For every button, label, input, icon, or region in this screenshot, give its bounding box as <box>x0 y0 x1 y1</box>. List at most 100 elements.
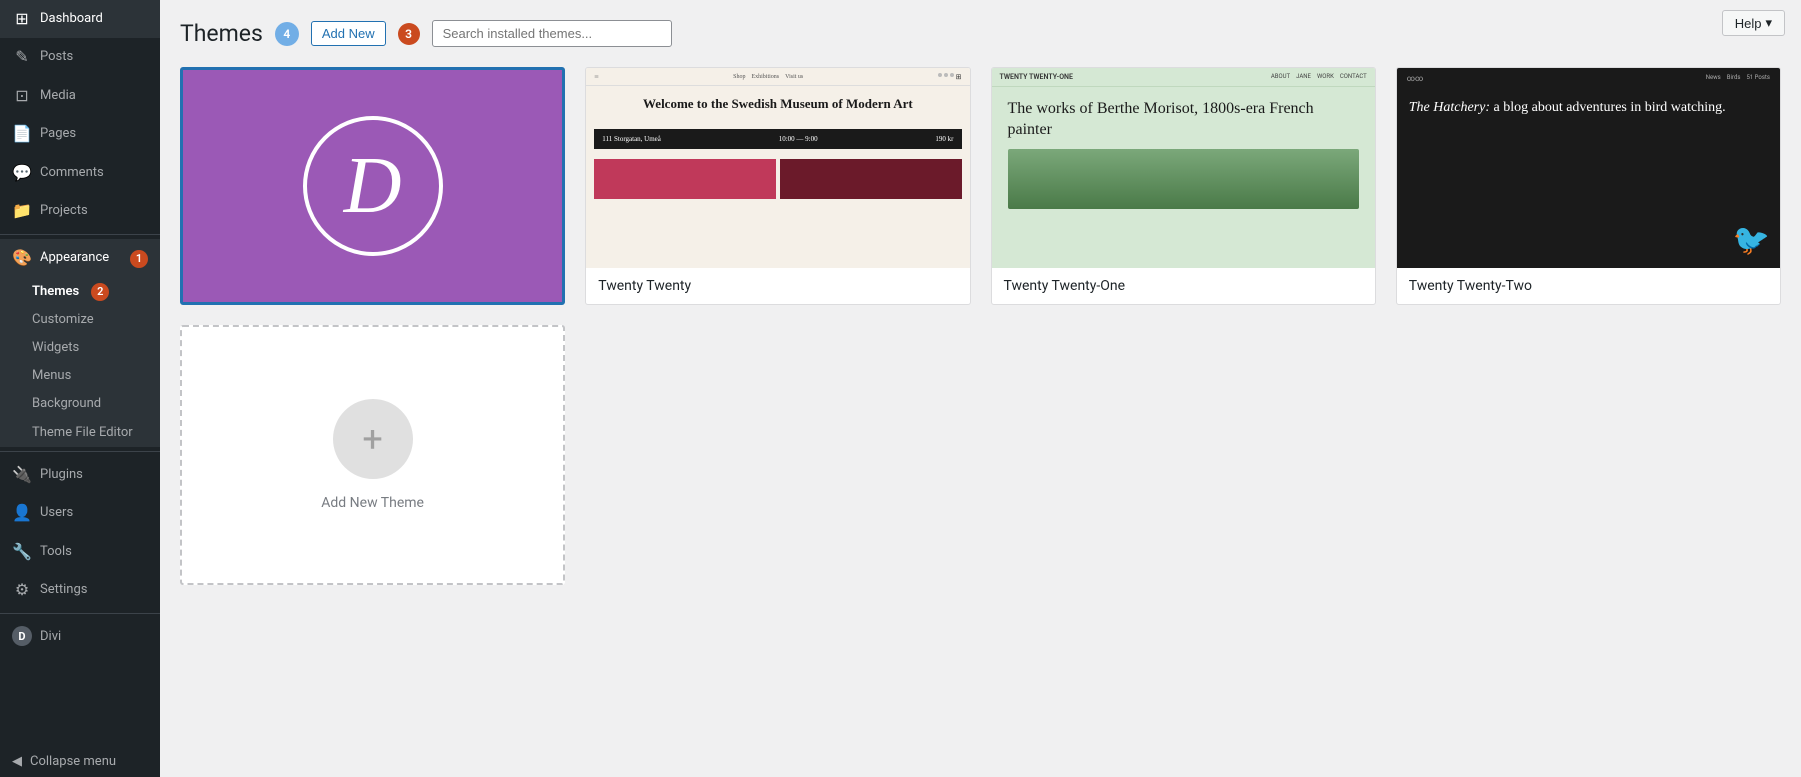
themes-grid-row2: + Add New Theme <box>180 325 1781 585</box>
tools-icon: 🔧 <box>12 541 32 563</box>
to-nav-1: ABOUT <box>1271 73 1290 81</box>
sidebar-item-pages[interactable]: 📄 Pages <box>0 115 160 153</box>
dashboard-icon: ⊞ <box>12 8 32 30</box>
sidebar-item-projects[interactable]: 📁 Projects <box>0 192 160 230</box>
customize-label: Customize <box>32 311 94 329</box>
sidebar-item-label: Posts <box>40 48 73 66</box>
twenty-twenty-one-preview: TWENTY TWENTY-ONE ABOUT JANE WORK CONTAC… <box>992 68 1375 268</box>
search-input[interactable] <box>432 20 672 47</box>
projects-icon: 📁 <box>12 200 32 222</box>
theme-card-twenty-twenty[interactable]: ≡ Shop Exhibitions Visit us <box>585 67 970 305</box>
posts-icon: ✎ <box>12 46 32 68</box>
sidebar-item-dashboard[interactable]: ⊞ Dashboard <box>0 0 160 38</box>
sidebar-item-label: Users <box>40 504 73 522</box>
tt-dot <box>938 73 942 77</box>
sidebar-item-plugins[interactable]: 🔌 Plugins <box>0 456 160 494</box>
tt-block-2 <box>780 159 962 199</box>
ttwo-nav-2: Birds <box>1727 74 1741 83</box>
sidebar-collapse[interactable]: ◀ Collapse menu <box>0 746 160 777</box>
sidebar-item-media[interactable]: ⊡ Media <box>0 77 160 115</box>
sidebar-item-label: Tools <box>40 543 72 561</box>
tt-address-bar: 111 Storgatan, Umeå 10:00 — 9:00 190 kr <box>594 129 961 149</box>
appearance-icon: 🎨 <box>12 247 32 269</box>
menus-label: Menus <box>32 367 71 385</box>
to-nav-4: CONTACT <box>1340 73 1367 81</box>
tt-address: 111 Storgatan, Umeå <box>602 135 661 143</box>
sidebar-item-background[interactable]: Background <box>0 390 160 418</box>
ttwo-content: The Hatchery: a blog about adventures in… <box>1397 89 1780 268</box>
sidebar-item-label: Plugins <box>40 466 83 484</box>
ttwo-nav: News Birds 51 Posts <box>1706 74 1770 83</box>
to-image <box>1008 149 1359 209</box>
sidebar-item-customize[interactable]: Customize <box>0 306 160 334</box>
theme-card-twenty-twenty-two[interactable]: ∞∞ News Birds 51 Posts The Hatchery: a b… <box>1396 67 1781 305</box>
sidebar-item-label: Dashboard <box>40 10 103 28</box>
ttwo-title: The Hatchery: a blog about adventures in… <box>1409 99 1768 117</box>
add-new-button[interactable]: Add New <box>311 21 386 46</box>
twenty-twenty-name: Twenty Twenty <box>586 268 969 304</box>
divi-preview: D <box>183 70 562 302</box>
divi-icon: D <box>12 626 32 646</box>
sidebar-item-themes[interactable]: Themes 2 <box>0 278 160 306</box>
step-3-badge: 3 <box>398 23 420 45</box>
theme-card-twenty-twenty-one[interactable]: TWENTY TWENTY-ONE ABOUT JANE WORK CONTAC… <box>991 67 1376 305</box>
sidebar-item-settings[interactable]: ⚙ Settings <box>0 571 160 609</box>
sidebar-item-users[interactable]: 👤 Users <box>0 494 160 532</box>
tt-nav-1: Shop <box>733 74 745 80</box>
themes-grid: D Active: Divi Customize ≡ <box>180 67 1781 305</box>
add-new-theme-label: Add New Theme <box>321 495 424 511</box>
plugins-icon: 🔌 <box>12 464 32 486</box>
ttwo-bird-icon: 🐦 <box>1733 223 1770 258</box>
widgets-label: Widgets <box>32 339 79 357</box>
tt-blocks <box>594 159 961 199</box>
collapse-label: Collapse menu <box>30 754 116 769</box>
tt-nav-3: Visit us <box>785 74 803 80</box>
tt-dot-2 <box>944 73 948 77</box>
sidebar-item-comments[interactable]: 💬 Comments <box>0 154 160 192</box>
divi-label: Divi <box>40 629 61 644</box>
pages-icon: 📄 <box>12 123 32 145</box>
to-nav-3: WORK <box>1317 73 1334 81</box>
theme-file-editor-label: Theme File Editor <box>32 424 133 442</box>
sidebar-item-posts[interactable]: ✎ Posts <box>0 38 160 76</box>
main-content: Themes 4 Add New 3 D Active: Divi Custom… <box>160 0 1801 777</box>
collapse-icon: ◀ <box>12 754 22 769</box>
ttwo-nav-3: 51 Posts <box>1746 74 1770 83</box>
sidebar: ⊞ Dashboard ✎ Posts ⊡ Media 📄 Pages 💬 Co… <box>0 0 160 777</box>
page-header: Themes 4 Add New 3 <box>180 20 1781 47</box>
to-nav-2: JANE <box>1296 73 1311 81</box>
tt-block-1 <box>594 159 776 199</box>
sidebar-divider-2 <box>0 451 160 452</box>
theme-card-divi[interactable]: D Active: Divi Customize <box>180 67 565 305</box>
sidebar-item-appearance[interactable]: 🎨 Appearance 1 <box>0 239 160 277</box>
tt-topbar: ≡ Shop Exhibitions Visit us <box>586 68 969 86</box>
divi-footer: Active: Divi Customize <box>183 302 562 305</box>
media-icon: ⊡ <box>12 85 32 107</box>
sidebar-item-widgets[interactable]: Widgets <box>0 334 160 362</box>
sidebar-item-theme-file-editor[interactable]: Theme File Editor <box>0 419 160 447</box>
sidebar-item-label: Pages <box>40 125 76 143</box>
sidebar-item-label: Settings <box>40 581 87 599</box>
twenty-twenty-preview: ≡ Shop Exhibitions Visit us <box>586 68 969 268</box>
add-plus-icon: + <box>362 421 382 457</box>
page-title: Themes <box>180 20 263 47</box>
add-new-theme-card[interactable]: + Add New Theme <box>180 325 565 585</box>
ttwo-logo-text: ∞∞ <box>1407 74 1423 83</box>
sidebar-item-label: Comments <box>40 164 104 182</box>
chevron-down-icon: ▾ <box>1765 15 1772 31</box>
sidebar-divider <box>0 234 160 235</box>
tt-nav-2: Exhibitions <box>751 74 779 80</box>
to-title: The works of Berthe Morisot, 1800s-era F… <box>1008 99 1359 141</box>
to-content: The works of Berthe Morisot, 1800s-era F… <box>992 87 1375 268</box>
sidebar-item-menus[interactable]: Menus <box>0 362 160 390</box>
to-topbar: TWENTY TWENTY-ONE ABOUT JANE WORK CONTAC… <box>992 68 1375 87</box>
sidebar-item-divi[interactable]: D Divi <box>0 618 160 654</box>
background-label: Background <box>32 395 101 413</box>
sidebar-item-label: Media <box>40 87 76 105</box>
sidebar-item-tools[interactable]: 🔧 Tools <box>0 533 160 571</box>
help-button[interactable]: Help ▾ <box>1722 10 1785 36</box>
ttwo-topbar: ∞∞ News Birds 51 Posts <box>1397 68 1780 89</box>
themes-count-badge: 4 <box>275 22 299 46</box>
settings-icon: ⚙ <box>12 579 32 601</box>
comments-icon: 💬 <box>12 162 32 184</box>
